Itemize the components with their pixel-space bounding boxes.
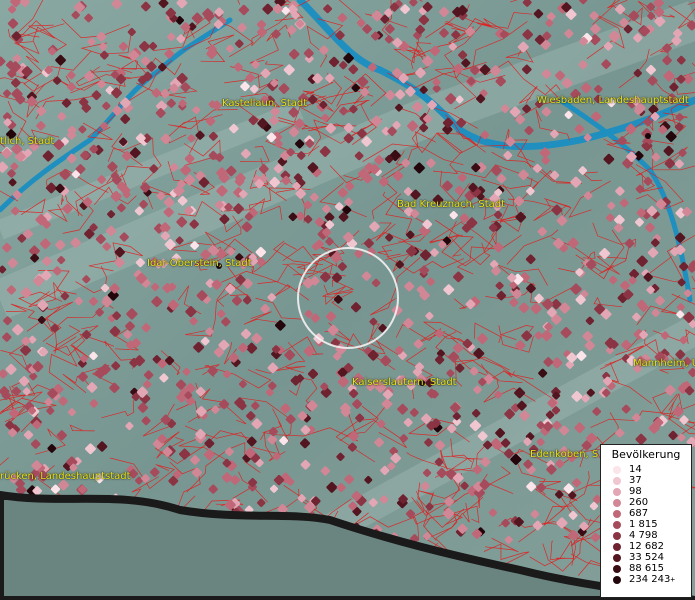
legend-item: 98 — [601, 486, 691, 497]
legend-label: 687 — [629, 508, 649, 519]
city-label-mannheim[interactable]: Mannheim, U — [633, 358, 695, 369]
legend-label: 88 615 — [629, 563, 664, 574]
legend-label: 33 524 — [629, 552, 664, 563]
legend-item: 33 524 — [601, 552, 691, 563]
legend-label: 14 — [629, 464, 642, 475]
legend-label: 260 — [629, 497, 649, 508]
legend-swatch — [613, 542, 621, 551]
legend-label: 98 — [629, 486, 642, 497]
legend-swatch — [613, 465, 621, 474]
legend-swatch — [613, 498, 621, 507]
legend-swatch — [613, 575, 621, 584]
legend-item: 260 — [601, 497, 691, 508]
legend-swatch — [613, 564, 621, 573]
legend-swatch — [613, 476, 621, 485]
city-label-wiesbaden[interactable]: Wiesbaden, Landeshauptstadt — [537, 95, 689, 106]
legend-item: 14 — [601, 464, 691, 475]
city-label-saarbruecken[interactable]: rücken, Landeshauptstadt — [0, 471, 131, 482]
legend-swatch — [613, 487, 621, 496]
legend-item: 88 615 — [601, 563, 691, 574]
legend-label: 12 682 — [629, 541, 664, 552]
city-label-bad-kreuznach[interactable]: Bad Kreuznach, Stadt — [397, 199, 505, 210]
legend-item: 4 798 — [601, 530, 691, 541]
map-canvas[interactable] — [0, 0, 695, 600]
city-label-idar-oberstein[interactable]: Idar-Oberstein, Stadt — [147, 258, 252, 269]
legend-swatch — [613, 553, 621, 562]
legend-label: 4 798 — [629, 530, 658, 541]
legend-swatch — [613, 509, 621, 518]
legend-label: 234 243 — [629, 574, 671, 585]
legend-item: 687 — [601, 508, 691, 519]
legend-swatch — [613, 520, 621, 529]
legend-label: 37 — [629, 475, 642, 486]
city-label-kaiserslautern[interactable]: Kaiserslautern, Stadt — [352, 377, 457, 388]
city-label-kastellaun[interactable]: Kastellaun, Stadt — [222, 98, 307, 109]
legend-title: Bevölkerung — [611, 448, 681, 461]
legend-item: 234 243 + — [601, 574, 691, 585]
legend-plus-sign: + — [670, 575, 676, 584]
city-label-traben[interactable]: tlich, Stadt — [0, 136, 54, 147]
legend-label: 1 815 — [629, 519, 658, 530]
legend-item: 37 — [601, 475, 691, 486]
legend-swatch — [613, 531, 621, 540]
legend-item: 1 815 — [601, 519, 691, 530]
population-legend: Bevölkerung 14 37 98 260 687 1 815 4 798 12 682… — [600, 444, 692, 598]
city-label-edenkoben[interactable]: Edenkoben, S — [530, 449, 598, 460]
legend-rows: 14 37 98 260 687 1 815 4 798 12 682 33 524 88 615… — [601, 464, 691, 585]
legend-item: 12 682 — [601, 541, 691, 552]
